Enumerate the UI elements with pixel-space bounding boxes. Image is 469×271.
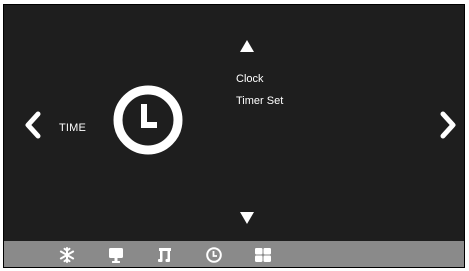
main-screen: TIME Clock Timer Set — [3, 4, 465, 268]
snowflake-icon — [59, 247, 75, 263]
category-label: TIME — [59, 122, 87, 134]
bottom-bar — [4, 241, 464, 267]
menu-item-clock[interactable]: Clock — [236, 72, 283, 94]
menu-item-timer-set[interactable]: Timer Set — [236, 94, 283, 116]
grid-icon — [255, 248, 271, 262]
bottom-bar-grid-button[interactable] — [254, 246, 272, 264]
menu-list: Clock Timer Set — [236, 72, 283, 116]
scroll-down-button[interactable] — [239, 211, 255, 225]
scroll-up-button[interactable] — [239, 39, 255, 53]
clock-icon — [206, 247, 222, 263]
nav-right-button[interactable] — [438, 110, 458, 140]
bottom-bar-music-button[interactable] — [156, 246, 174, 264]
chevron-right-icon — [440, 111, 456, 139]
triangle-up-icon — [240, 40, 254, 52]
music-icon — [158, 248, 171, 262]
triangle-down-icon — [240, 212, 254, 224]
clock-icon — [113, 85, 183, 155]
chevron-left-icon — [25, 111, 41, 139]
bottom-bar-clock-button[interactable] — [205, 246, 223, 264]
monitor-icon — [109, 248, 123, 263]
nav-left-button[interactable] — [23, 110, 43, 140]
bottom-bar-monitor-button[interactable] — [107, 246, 125, 264]
category-icon — [112, 84, 184, 156]
bottom-bar-snowflake-button[interactable] — [58, 246, 76, 264]
